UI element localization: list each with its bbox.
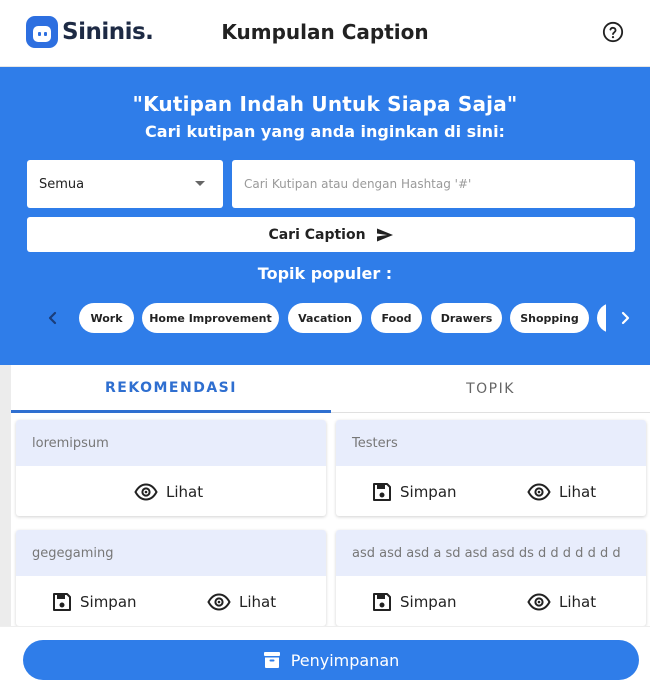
eye-icon xyxy=(207,593,231,611)
content-tabs: REKOMENDASI TOPIK xyxy=(11,365,650,413)
view-label: Lihat xyxy=(166,483,204,501)
caption-card-title[interactable]: asd asd asd a sd asd asd ds d d d d d d … xyxy=(336,530,646,576)
save-label: Simpan xyxy=(400,593,457,611)
view-button[interactable]: Lihat xyxy=(134,480,203,504)
view-button[interactable]: Lihat xyxy=(527,590,596,614)
topic-chips: Work Home Improvement Vacation Food Draw… xyxy=(79,303,606,333)
topic-chip[interactable] xyxy=(597,303,606,333)
save-icon xyxy=(373,483,391,501)
topic-chip[interactable]: Vacation xyxy=(288,303,362,333)
chevron-left-icon xyxy=(48,311,57,325)
chips-next-button[interactable] xyxy=(614,307,636,329)
search-caption-button[interactable]: Cari Caption xyxy=(27,217,635,252)
eye-icon xyxy=(134,483,158,501)
view-button[interactable]: Lihat xyxy=(527,480,596,504)
caption-card-title[interactable]: loremipsum xyxy=(16,420,326,466)
search-hero: "Kutipan Indah Untuk Siapa Saja" Cari ku… xyxy=(0,67,650,365)
category-select[interactable]: Semua xyxy=(27,160,223,208)
caption-card: gegegaming Simpan Lihat xyxy=(16,530,326,626)
archive-icon xyxy=(263,652,280,668)
caption-card: Testers Simpan Lihat xyxy=(336,420,646,516)
search-caption-label: Cari Caption xyxy=(268,226,366,243)
logo-text: Sininis. xyxy=(62,19,154,45)
eye-icon xyxy=(527,483,551,501)
category-select-value: Semua xyxy=(39,176,85,192)
save-label: Simpan xyxy=(80,593,137,611)
hero-subtitle: Cari kutipan yang anda inginkan di sini: xyxy=(145,122,505,141)
hero-title: "Kutipan Indah Untuk Siapa Saja" xyxy=(132,92,518,116)
save-icon xyxy=(53,593,71,611)
caption-card: asd asd asd a sd asd asd ds d d d d d d … xyxy=(336,530,646,626)
topic-chip[interactable]: Work xyxy=(79,303,134,333)
topic-chip[interactable]: Home Improvement xyxy=(142,303,279,333)
view-label: Lihat xyxy=(559,593,597,611)
save-button[interactable]: Simpan xyxy=(372,590,457,614)
eye-icon xyxy=(527,593,551,611)
topic-chip[interactable]: Shopping xyxy=(510,303,589,333)
caption-card: loremipsum Lihat xyxy=(16,420,326,516)
view-label: Lihat xyxy=(559,483,597,501)
topic-chip[interactable]: Food xyxy=(371,303,422,333)
view-label: Lihat xyxy=(239,593,277,611)
help-circle-icon xyxy=(602,21,624,43)
topic-chip[interactable]: Drawers xyxy=(431,303,502,333)
app-header: Sininis. Kumpulan Caption xyxy=(0,0,650,67)
save-button[interactable]: Simpan xyxy=(52,590,137,614)
popular-topics-label: Topik populer : xyxy=(257,264,393,283)
save-label: Simpan xyxy=(400,483,457,501)
logo[interactable]: Sininis. xyxy=(26,15,154,49)
caption-card-title[interactable]: Testers xyxy=(336,420,646,466)
save-button[interactable]: Simpan xyxy=(372,480,457,504)
chevron-right-icon xyxy=(621,311,630,325)
chips-prev-button[interactable] xyxy=(42,307,64,329)
view-button[interactable]: Lihat xyxy=(207,590,276,614)
send-icon xyxy=(376,227,393,242)
tab-recommendations[interactable]: REKOMENDASI xyxy=(11,365,331,413)
save-icon xyxy=(373,593,391,611)
storage-button[interactable]: Penyimpanan xyxy=(23,640,639,680)
tab-topics[interactable]: TOPIK xyxy=(331,365,650,413)
logo-icon xyxy=(26,16,58,48)
caption-card-title[interactable]: gegegaming xyxy=(16,530,326,576)
storage-label: Penyimpanan xyxy=(290,650,400,670)
caret-down-icon xyxy=(195,181,205,186)
search-input[interactable] xyxy=(232,160,635,208)
help-button[interactable] xyxy=(601,20,625,44)
